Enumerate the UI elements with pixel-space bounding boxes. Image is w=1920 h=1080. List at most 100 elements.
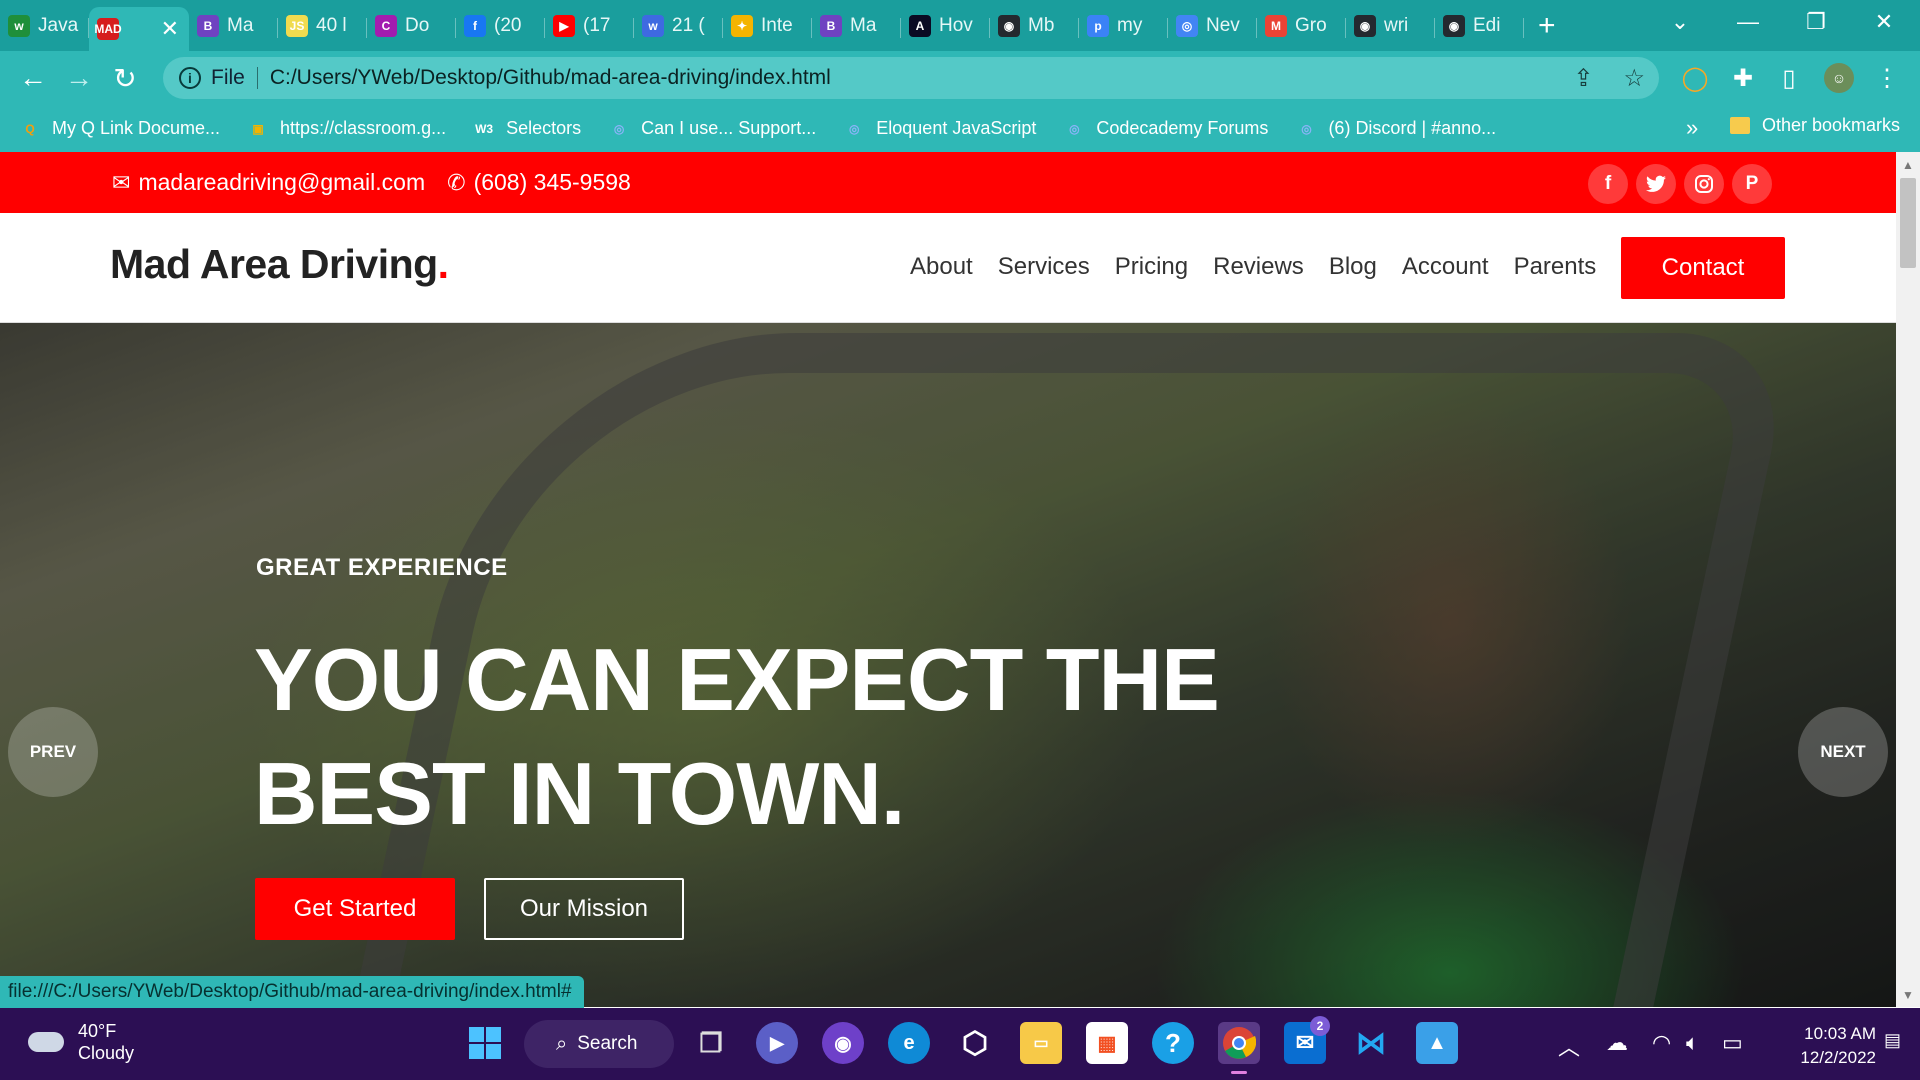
address-bar[interactable]: i File C:/Users/YWeb/Desktop/Github/mad-… <box>163 57 1659 99</box>
prev-slide-button[interactable]: PREV <box>8 707 98 797</box>
url-text[interactable]: C:/Users/YWeb/Desktop/Github/mad-area-dr… <box>270 66 831 90</box>
nav-link-about[interactable]: About <box>910 253 973 281</box>
browser-tab[interactable]: M Gro <box>1257 7 1346 45</box>
extension-ring-icon[interactable]: ◯ <box>1680 63 1710 93</box>
instagram-icon[interactable] <box>1684 164 1724 204</box>
page-scrollbar[interactable]: ▲ ▼ <box>1896 152 1920 1007</box>
browser-tab[interactable]: ◉ wri <box>1346 7 1435 45</box>
contact-button[interactable]: Contact <box>1621 237 1785 299</box>
reload-icon[interactable]: ↻ <box>102 55 148 101</box>
browser-tab[interactable]: w Java <box>0 7 89 45</box>
bookmark-item[interactable]: ▣ https://classroom.g... <box>248 118 446 139</box>
file-explorer-icon[interactable]: ▭ <box>1020 1022 1062 1064</box>
nav-link-account[interactable]: Account <box>1402 253 1489 281</box>
browser-tab[interactable]: f (20 <box>456 7 545 45</box>
app-hexagon-icon[interactable]: ⬡ <box>954 1022 996 1064</box>
photos-app-icon[interactable]: ▲ <box>1416 1022 1458 1064</box>
github-desktop-icon[interactable]: ◉ <box>822 1022 864 1064</box>
mail-icon[interactable]: ✉ 2 <box>1284 1016 1330 1064</box>
nav-link-blog[interactable]: Blog <box>1329 253 1377 281</box>
vscode-icon[interactable]: ⋈ <box>1350 1022 1392 1064</box>
nav-link-reviews[interactable]: Reviews <box>1213 253 1304 281</box>
tab-close-icon[interactable]: ✕ <box>161 16 179 42</box>
phone-contact[interactable]: ✆ (608) 345-9598 <box>447 169 631 196</box>
hero-headline-line2: BEST IN TOWN. <box>254 744 905 843</box>
chrome-icon[interactable] <box>1218 1022 1260 1074</box>
back-icon[interactable]: ← <box>10 55 56 101</box>
windows-start-icon[interactable] <box>464 1022 506 1064</box>
bookmark-item[interactable]: ◎ (6) Discord | #anno... <box>1296 118 1496 139</box>
browser-tab[interactable]: ✦ Inte <box>723 7 812 45</box>
site-info-icon[interactable]: i <box>179 67 201 89</box>
email-contact[interactable]: ✉ madareadriving@gmail.com <box>112 169 425 196</box>
tray-overflow-icon[interactable]: ︿ <box>1558 1030 1580 1062</box>
our-mission-button[interactable]: Our Mission <box>484 878 684 940</box>
browser-tab[interactable]: ◎ Nev <box>1168 7 1257 45</box>
taskbar-search[interactable]: ⌕ Search <box>524 1020 674 1068</box>
hero-kicker: GREAT EXPERIENCE <box>256 554 508 581</box>
help-tips-icon[interactable]: ? <box>1152 1022 1194 1064</box>
forward-icon[interactable]: → <box>56 55 102 101</box>
bookmark-item[interactable]: W3 Selectors <box>474 118 581 139</box>
restore-button[interactable]: ❐ <box>1786 0 1846 44</box>
browser-tab[interactable]: ▶ (17 <box>545 7 634 45</box>
taskbar-clock[interactable]: 10:03 AM 12/2/2022 <box>1770 1022 1876 1070</box>
scrollbar-thumb[interactable] <box>1900 178 1916 268</box>
bookmark-item[interactable]: Q My Q Link Docume... <box>20 118 220 139</box>
browser-tab[interactable]: w 21 ( <box>634 7 723 45</box>
tab-search-icon[interactable]: ⌄ <box>1650 0 1710 44</box>
browser-tab[interactable]: MAD ✕ <box>89 7 189 51</box>
tab-favicon-icon: C <box>375 14 397 37</box>
nav-link-services[interactable]: Services <box>998 253 1090 281</box>
other-bookmarks-label: Other bookmarks <box>1762 115 1901 135</box>
bookmark-favicon-icon: ◎ <box>1301 121 1312 136</box>
facebook-icon[interactable]: f <box>1588 164 1628 204</box>
bookmark-label: Can I use... Support... <box>641 118 817 138</box>
browser-tab[interactable]: A Hov <box>901 7 990 45</box>
browser-tab[interactable]: JS 40 l <box>278 7 367 45</box>
profile-avatar[interactable]: ☺ <box>1824 63 1854 93</box>
volume-icon[interactable]: 🔈︎ <box>1686 1030 1699 1056</box>
menu-kebab-icon[interactable]: ⋮ <box>1872 63 1902 93</box>
new-tab-button[interactable]: + <box>1538 9 1556 43</box>
get-started-button[interactable]: Get Started <box>255 878 455 940</box>
nav-link-pricing[interactable]: Pricing <box>1115 253 1188 281</box>
task-view-icon[interactable]: ❐ <box>690 1022 732 1064</box>
notifications-icon[interactable]: ▤ <box>1884 1030 1901 1051</box>
scroll-down-icon[interactable]: ▼ <box>1902 988 1914 1002</box>
battery-icon[interactable]: ▭ <box>1722 1030 1743 1056</box>
side-panel-icon[interactable]: ▯ <box>1774 63 1804 93</box>
browser-tab[interactable]: ◉ Mb <box>990 7 1079 45</box>
tab-label: Java <box>38 14 79 36</box>
pinterest-icon[interactable]: P <box>1732 164 1772 204</box>
bookmarks-overflow-button[interactable]: » <box>1686 115 1698 141</box>
twitter-icon[interactable] <box>1636 164 1676 204</box>
site-header: Mad Area Driving. About Services Pricing Re… <box>0 213 1896 323</box>
nav-link-parents[interactable]: Parents <box>1514 253 1597 281</box>
browser-tab[interactable]: ◉ Edi <box>1435 7 1524 45</box>
mail-badge: 2 <box>1310 1016 1330 1036</box>
bookmark-star-icon[interactable]: ☆ <box>1623 64 1645 93</box>
browser-tab[interactable]: B Ma <box>189 7 278 45</box>
onedrive-icon[interactable]: ☁ <box>1606 1030 1628 1056</box>
teams-chat-icon[interactable]: ▶ <box>756 1022 798 1064</box>
weather-widget[interactable]: 40°F Cloudy <box>28 1020 134 1064</box>
other-bookmarks[interactable]: Other bookmarks <box>1730 115 1900 136</box>
browser-tab[interactable]: B Ma <box>812 7 901 45</box>
browser-tab[interactable]: p my <box>1079 7 1168 45</box>
bookmark-item[interactable]: ◎ Eloquent JavaScript <box>844 118 1036 139</box>
bookmark-item[interactable]: ◎ Codecademy Forums <box>1064 118 1268 139</box>
extensions-puzzle-icon[interactable]: ✚ <box>1728 63 1758 93</box>
browser-tab[interactable]: C Do <box>367 7 456 45</box>
next-slide-button[interactable]: NEXT <box>1798 707 1888 797</box>
bookmark-item[interactable]: ◎ Can I use... Support... <box>609 118 816 139</box>
tab-favicon-icon: ◉ <box>1354 14 1376 37</box>
scroll-up-icon[interactable]: ▲ <box>1902 158 1914 172</box>
close-window-button[interactable]: ✕ <box>1854 0 1914 44</box>
edge-browser-icon[interactable]: e <box>888 1022 930 1064</box>
share-icon[interactable]: ⇪ <box>1573 64 1593 93</box>
microsoft-store-icon[interactable]: ▦ <box>1086 1022 1128 1064</box>
site-logo[interactable]: Mad Area Driving. <box>110 241 449 288</box>
wifi-icon[interactable]: ◠ <box>1652 1030 1671 1056</box>
minimize-button[interactable]: — <box>1718 0 1778 44</box>
